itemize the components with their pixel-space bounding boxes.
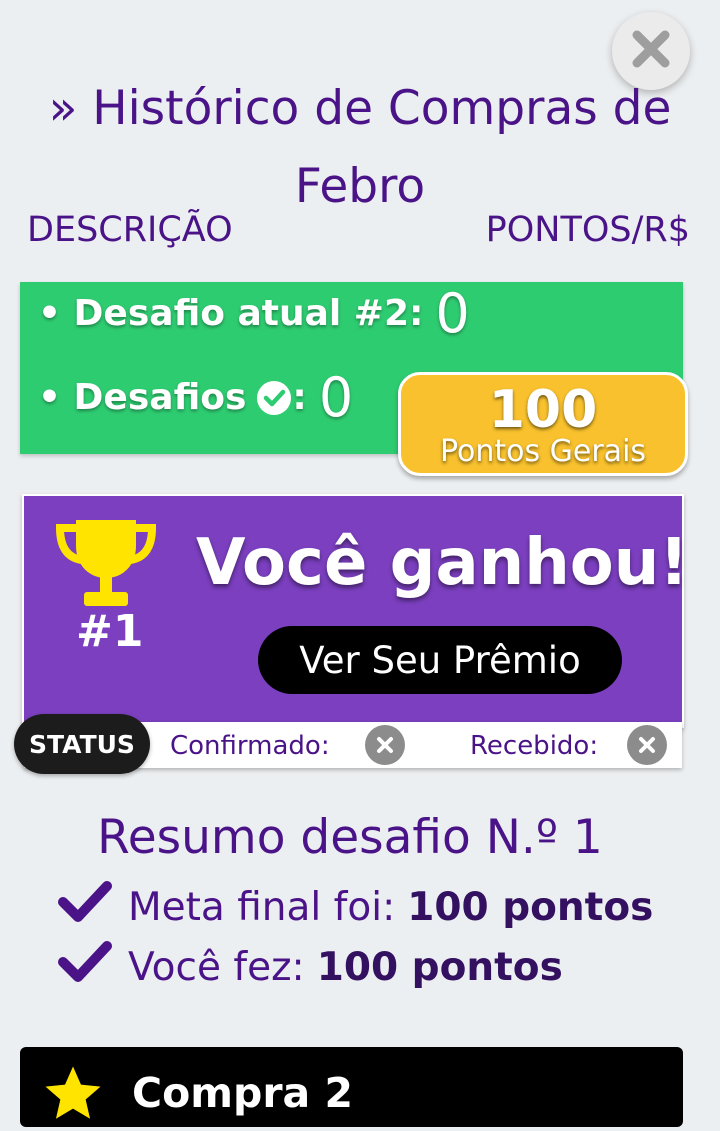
goal-label: Meta final foi: — [128, 884, 396, 930]
general-points-value: 100 — [488, 380, 598, 440]
close-icon — [629, 27, 673, 75]
received-label: Recebido: — [470, 731, 599, 761]
column-header-description: DESCRIÇÃO — [27, 210, 233, 250]
completed-challenges-row: • Desafios : 0 — [38, 366, 353, 429]
checkmark-icon — [58, 940, 114, 994]
current-challenge-value: 0 — [435, 282, 470, 345]
achieved-value: 100 pontos — [316, 944, 563, 990]
achieved-row: Você fez: 100 pontos — [58, 940, 563, 994]
goal-row: Meta final foi: 100 pontos — [58, 880, 653, 934]
general-points-badge: 100 Pontos Gerais — [398, 372, 688, 476]
goal-value: 100 pontos — [407, 884, 654, 930]
win-message: Você ganhou! — [196, 526, 689, 600]
status-badge: STATUS — [14, 714, 150, 774]
page-title: » Histórico de Compras de Febro — [48, 81, 672, 214]
purchase-panel[interactable]: Compra 2 — [20, 1047, 683, 1127]
current-challenge-row: • Desafio atual #2: 0 — [38, 282, 470, 345]
star-icon — [40, 1061, 106, 1131]
purchase-title: Compra 2 — [132, 1069, 354, 1117]
completed-challenges-value: 0 — [318, 366, 354, 429]
winner-panel: #1 Você ganhou! Ver Seu Prêmio — [22, 494, 688, 728]
general-points-label: Pontos Gerais — [439, 434, 647, 469]
trophy-icon — [54, 516, 158, 616]
x-circle-icon — [627, 725, 667, 765]
checkmark-icon — [58, 880, 114, 934]
check-circle-icon — [256, 380, 292, 416]
view-prize-button[interactable]: Ver Seu Prêmio — [258, 626, 622, 694]
current-challenge-label: • Desafio atual #2: — [38, 293, 424, 334]
x-circle-icon — [365, 725, 405, 765]
summary-title: Resumo desafio N.º 1 — [97, 810, 603, 865]
confirmed-label: Confirmado: — [170, 731, 330, 761]
rank-label: #1 — [76, 606, 144, 657]
column-header-points: PONTOS/R$ — [485, 210, 690, 250]
completed-challenges-label: • Desafios — [38, 377, 247, 418]
completed-challenges-suffix: : — [292, 377, 307, 418]
achieved-label: Você fez: — [128, 944, 305, 990]
